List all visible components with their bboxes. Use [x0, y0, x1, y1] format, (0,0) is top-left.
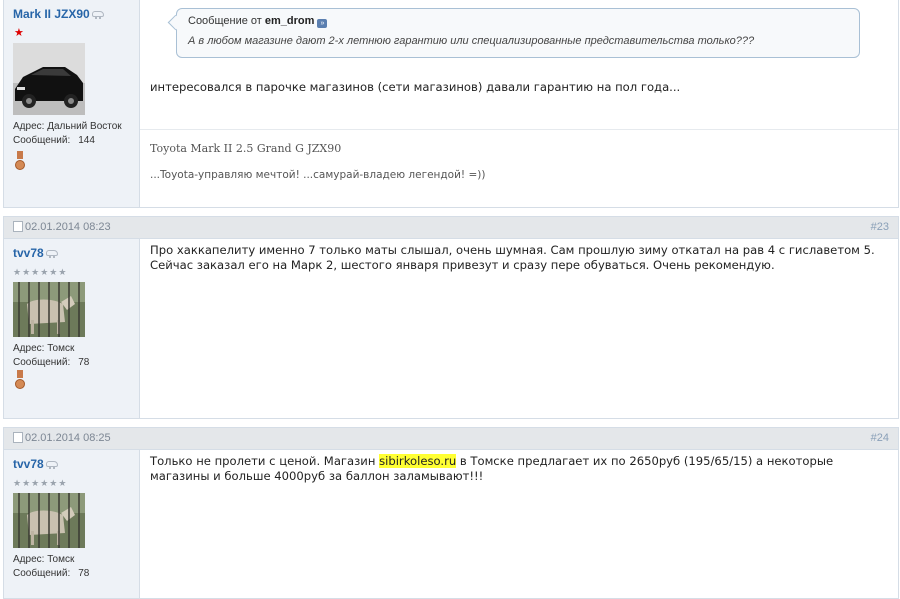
post-body-line: магазины и больше 4000руб за баллон зала… [150, 469, 484, 483]
rating-stars: ★★★★★★ [13, 267, 68, 277]
username-text: Mark II JZX90 [13, 7, 90, 21]
car-icon [91, 11, 104, 19]
signature-line: ...Toyota-управляю мечтой! ...самурай-вл… [150, 169, 486, 181]
signature-line: Toyota Mark II 2.5 Grand G JZX90 [150, 142, 342, 155]
post-content: Про хаккапелиту именно 7 только маты слы… [140, 239, 898, 418]
address-value: Томск [47, 343, 75, 354]
messages-label: Сообщений: [13, 135, 71, 146]
post-header: 02.01.2014 08:23 #23 [4, 217, 898, 239]
user-details: Адрес: Дальний Восток Сообщений: 144 [13, 120, 122, 148]
car-icon [45, 250, 58, 258]
medal-icon [15, 151, 25, 170]
signature-divider [140, 129, 898, 130]
username-link[interactable]: Mark II JZX90 [13, 7, 104, 21]
post-24: 02.01.2014 08:25 #24 tvv78 ★★★★★★ Адрес:… [3, 427, 899, 599]
user-details: Адрес: Томск Сообщений: 78 [13, 342, 89, 370]
username-link[interactable]: tvv78 [13, 457, 58, 471]
post-number-link[interactable]: #24 [871, 432, 889, 444]
username-text: tvv78 [13, 457, 44, 471]
post-date-text: 02.01.2014 08:25 [25, 432, 111, 444]
car-icon [45, 461, 58, 469]
post-body-text: Только не пролети с ценой. Магазин [150, 454, 380, 468]
messages-count: 144 [78, 135, 95, 146]
avatar[interactable] [13, 43, 85, 115]
username-text: tvv78 [13, 246, 44, 260]
post-body: Только не пролети с ценой. Магазин sibir… [150, 454, 833, 484]
rank-star-icon: ★ [14, 27, 24, 39]
messages-count: 78 [78, 568, 90, 579]
post-header: 02.01.2014 08:25 #24 [4, 428, 898, 450]
user-info-column: tvv78 ★★★★★★ Адрес: Томск Сообщений: 78 [4, 239, 140, 418]
user-info-column: tvv78 ★★★★★★ Адрес: Томск Сообщений: 78 [4, 450, 140, 598]
post-icon [13, 221, 23, 232]
post-date: 02.01.2014 08:25 [13, 432, 111, 444]
username-link[interactable]: tvv78 [13, 246, 58, 260]
quote-block: Сообщение от em_drom» А в любом магазине… [176, 8, 860, 58]
view-post-icon[interactable]: » [317, 19, 328, 28]
post-body: интересовался в парочке магазинов (сети … [150, 80, 681, 94]
user-info-column: Mark II JZX90 ★ Адрес: Дальний Восток Со… [4, 0, 140, 207]
post-icon [13, 432, 23, 443]
messages-count: 78 [78, 357, 90, 368]
shop-link[interactable]: sibirkoleso.ru [379, 454, 457, 468]
post-content: Сообщение от em_drom» А в любом магазине… [140, 0, 898, 207]
post-body-line: Сейчас заказал его на Марк 2, шестого ян… [150, 258, 775, 272]
messages-label: Сообщений: [13, 357, 71, 368]
post-body: Про хаккапелиту именно 7 только маты слы… [150, 243, 875, 273]
post-content: Только не пролети с ценой. Магазин sibir… [140, 450, 898, 598]
rating-stars: ★★★★★★ [13, 478, 68, 488]
post-date-text: 02.01.2014 08:23 [25, 221, 111, 233]
quote-prefix: Сообщение от [188, 15, 262, 27]
post-body-line: Про хаккапелиту именно 7 только маты слы… [150, 243, 875, 257]
address-label: Адрес: [13, 343, 45, 354]
quote-text: А в любом магазине дают 2-х летнюю гаран… [188, 35, 755, 47]
address-label: Адрес: [13, 121, 45, 132]
quote-author: em_drom [264, 15, 315, 27]
avatar[interactable] [13, 493, 85, 548]
medal-icon [15, 370, 25, 389]
post-number-link[interactable]: #23 [871, 221, 889, 233]
messages-label: Сообщений: [13, 568, 71, 579]
address-label: Адрес: [13, 554, 45, 565]
post-date: 02.01.2014 08:23 [13, 221, 111, 233]
quote-header: Сообщение от em_drom» [188, 15, 328, 28]
user-details: Адрес: Томск Сообщений: 78 [13, 553, 89, 581]
avatar[interactable] [13, 282, 85, 337]
post-22: Mark II JZX90 ★ Адрес: Дальний Восток Со… [3, 0, 899, 208]
post-body-text: в Томске предлагает их по 2650руб (195/6… [456, 454, 834, 468]
address-value: Томск [47, 554, 75, 565]
address-value: Дальний Восток [47, 121, 122, 132]
post-23: 02.01.2014 08:23 #23 tvv78 ★★★★★★ Адрес:… [3, 216, 899, 419]
